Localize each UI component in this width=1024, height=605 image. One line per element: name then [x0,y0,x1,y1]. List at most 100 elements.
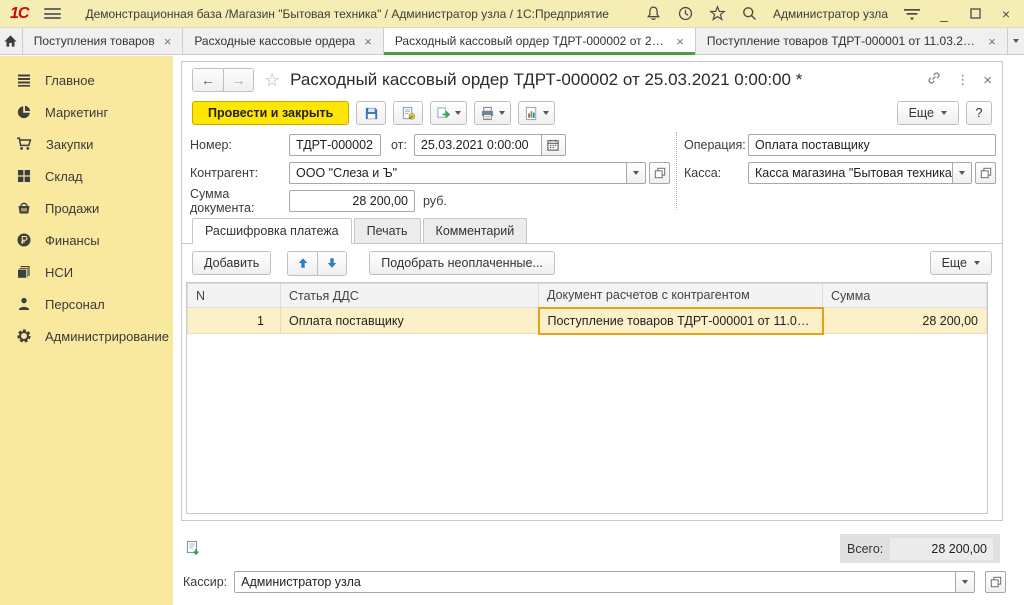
tab-cash-vouchers-list[interactable]: Расходные кассовые ордера × [183,28,384,54]
person-icon [16,296,32,312]
main-menu-burger-icon[interactable] [44,8,61,19]
tab-goods-receipt-document[interactable]: Поступление товаров ТДРТ-000001 от 11.03… [696,28,1008,54]
report-chart-icon [524,106,539,121]
sidebar-item-main[interactable]: Главное [0,64,173,96]
notifications-bell-icon[interactable] [645,5,662,22]
post-and-close-button[interactable]: Провести и закрыть [192,101,349,125]
attached-files-button[interactable] [185,540,201,561]
tab-payment-details[interactable]: Расшифровка платежа [192,218,352,244]
minimize-button[interactable]: _ [936,6,952,22]
sidebar-item-nsi[interactable]: НСИ [0,256,173,288]
history-icon[interactable] [677,5,694,22]
close-window-button[interactable]: × [998,6,1014,22]
amount-field[interactable]: 28 200,00 [289,190,415,212]
cashbox-combo[interactable]: Касса магазина "Бытовая техника" [748,162,972,184]
counterparty-field[interactable]: ООО "Слеза и Ъ" [289,162,627,184]
cell-settlement-doc-selected[interactable]: Поступление товаров ТДРТ-000001 от 11.03… [539,308,823,334]
sidebar-item-warehouse[interactable]: Склад [0,160,173,192]
help-button[interactable]: ? [966,101,992,125]
tab-list-dropdown[interactable] [1008,28,1024,54]
total-value: 28 200,00 [890,538,993,560]
close-tab-icon[interactable]: × [364,35,372,48]
pick-unpaid-button[interactable]: Подобрать неоплаченные... [369,251,555,275]
nav-back-button[interactable]: ← [193,69,223,91]
add-row-button[interactable]: Добавить [192,251,271,275]
sidebar-item-finance[interactable]: Финансы [0,224,173,256]
books-icon [16,264,32,280]
open-form-icon [980,167,992,179]
number-field[interactable]: ТДРТ-000002 [289,134,381,156]
close-tab-icon[interactable]: × [988,35,996,48]
cell-dds-item[interactable]: Оплата поставщику [281,308,539,334]
document-form: ← → ☆ Расходный кассовый ордер ТДРТ-0000… [181,61,1003,521]
tab-print[interactable]: Печать [354,218,421,243]
cell-amount[interactable]: 28 200,00 [823,308,987,334]
sidebar-item-personnel[interactable]: Персонал [0,288,173,320]
menu-lines-icon [16,72,32,88]
current-user[interactable]: Администратор узла [773,7,888,21]
save-button[interactable] [356,101,386,125]
move-row-down-button[interactable] [317,252,346,275]
cart-icon [16,136,33,152]
more-menu-dots-icon[interactable]: ⋮ [956,73,969,88]
favorites-star-icon[interactable] [709,5,726,22]
cashbox-dropdown-icon[interactable] [953,162,972,184]
cashier-open-button[interactable] [985,571,1006,593]
tab-goods-receipts-list[interactable]: Поступления товаров × [23,28,184,54]
cashbox-field[interactable]: Касса магазина "Бытовая техника" [748,162,953,184]
home-tab[interactable] [0,28,23,54]
ruble-circle-icon [16,232,32,248]
nav-forward-button[interactable]: → [223,69,253,91]
post-document-icon [401,106,416,121]
counterparty-open-button[interactable] [649,162,670,184]
post-document-button[interactable] [393,101,423,125]
date-label: от: [391,138,407,152]
counterparty-label: Контрагент: [190,166,289,180]
calendar-button[interactable] [542,134,566,156]
cashier-field[interactable]: Администратор узла [234,571,956,593]
payment-details-grid[interactable]: N Статья ДДС Документ расчетов с контраг… [186,282,988,514]
column-header-amount[interactable]: Сумма [823,284,987,308]
service-settings-icon[interactable] [903,7,921,21]
close-tab-icon[interactable]: × [676,35,684,48]
favorite-star-icon[interactable]: ☆ [264,70,280,91]
reports-button[interactable] [518,101,555,125]
1c-logo-icon: 1С [10,5,28,23]
tab-cash-voucher-document[interactable]: Расходный кассовый ордер ТДРТ-000002 от … [384,28,696,54]
counterparty-combo[interactable]: ООО "Слеза и Ъ" [289,162,646,184]
close-form-icon[interactable]: × [983,72,992,89]
sidebar-item-sales[interactable]: Продажи [0,192,173,224]
home-icon [3,34,18,48]
basket-icon [16,200,32,216]
cashbox-open-button[interactable] [975,162,996,184]
cashier-combo[interactable]: Администратор узла [234,571,975,593]
create-based-on-button[interactable] [430,101,467,125]
total-box: Всего: 28 200,00 [840,534,1000,563]
maximize-button[interactable] [967,6,983,22]
close-tab-icon[interactable]: × [164,35,172,48]
cashier-dropdown-icon[interactable] [956,571,975,593]
open-windows-tabbar: Поступления товаров × Расходные кассовые… [0,27,1024,55]
sidebar-item-purchases[interactable]: Закупки [0,128,173,160]
sidebar-item-administration[interactable]: Администрирование [0,320,173,352]
arrow-up-icon [297,257,309,269]
amount-label: Сумма документа: [190,187,289,215]
get-link-icon[interactable] [926,70,942,91]
move-row-up-button[interactable] [288,252,317,275]
tab-comment[interactable]: Комментарий [423,218,528,243]
column-header-dds-item[interactable]: Статья ДДС [281,284,539,308]
cell-row-number[interactable]: 1 [188,308,281,334]
column-header-settlement-doc[interactable]: Документ расчетов с контрагентом [539,284,823,308]
toolbar-more-button[interactable]: Еще [897,101,959,125]
counterparty-dropdown-icon[interactable] [627,162,646,184]
sidebar-item-marketing[interactable]: Маркетинг [0,96,173,128]
search-icon[interactable] [741,5,758,22]
floppy-icon [364,106,379,121]
column-header-n[interactable]: N [188,284,281,308]
print-button[interactable] [474,101,511,125]
date-field[interactable]: 25.03.2021 0:00:00 [414,134,542,156]
open-form-icon [654,167,666,179]
table-more-button[interactable]: Еще [930,251,992,275]
table-row[interactable]: 1 Оплата поставщику Поступление товаров … [188,308,987,334]
operation-field[interactable]: Оплата поставщику [748,134,996,156]
